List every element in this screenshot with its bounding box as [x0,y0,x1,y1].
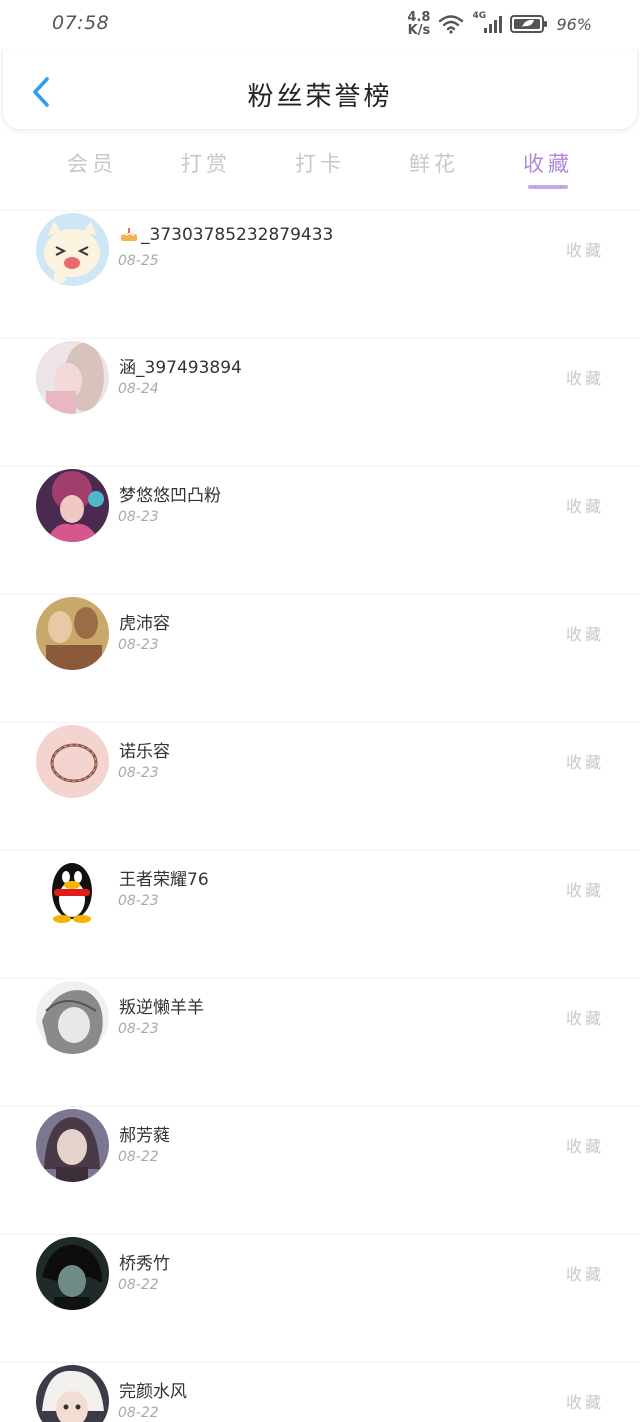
list-item[interactable]: 王者荣耀76 08-23 收藏 [0,850,640,978]
favorite-label[interactable]: 收藏 [566,1005,604,1029]
fan-name: 郝芳蕤 [119,1126,170,1146]
favorite-label[interactable]: 收藏 [566,493,604,517]
fan-name: 完颜水风 [119,1382,187,1402]
favorite-label[interactable]: 收藏 [566,1133,604,1157]
battery-percentage: 96% [556,14,592,34]
status-indicators: 4.8 K/s 4G 96% [407,10,592,38]
tab-flowers[interactable]: 鲜花 [394,148,474,178]
network-speed: 4.8 K/s [407,10,431,38]
active-tab-indicator [528,185,568,189]
wifi-icon [439,15,464,34]
favorite-label[interactable]: 收藏 [566,237,604,261]
fan-date: 08-24 [118,381,159,397]
list-item[interactable]: 叛逆懒羊羊 08-23 收藏 [0,978,640,1106]
status-time: 07:58 [52,12,110,34]
avatar[interactable] [36,1109,109,1182]
signal-icon [484,16,503,33]
fan-name: 梦悠悠凹凸粉 [119,486,221,506]
fan-date: 08-22 [118,1405,159,1421]
avatar[interactable] [36,981,109,1054]
list-item[interactable]: 涵_397493894 08-24 收藏 [0,338,640,466]
fan-date: 08-22 [118,1277,159,1293]
list-item[interactable]: 郝芳蕤 08-22 收藏 [0,1106,640,1234]
list-item[interactable]: 虎沛容 08-23 收藏 [0,594,640,722]
fan-date: 08-23 [118,765,159,781]
fan-date: 08-23 [118,893,159,909]
header-bar: 粉丝荣誉榜 [2,50,638,130]
favorite-label[interactable]: 收藏 [566,877,604,901]
fan-date: 08-25 [118,253,159,269]
avatar[interactable] [36,725,109,798]
avatar[interactable] [36,341,109,414]
avatar[interactable] [36,469,109,542]
fan-name: 桥秀竹 [119,1254,170,1274]
status-bar: 07:58 4.8 K/s 4G 96% [0,0,640,50]
cellular-signal: 4G [472,11,503,35]
fan-name: 涵_397493894 [119,358,242,378]
fan-name: _37303785232879433 [119,225,333,245]
fan-name: 诺乐容 [119,742,170,762]
fan-date: 08-23 [118,637,159,653]
list-item[interactable]: _37303785232879433 08-25 收藏 [0,210,640,338]
favorite-label[interactable]: 收藏 [566,749,604,773]
battery-icon [510,15,548,33]
page-title: 粉丝荣誉榜 [247,82,393,112]
favorite-label[interactable]: 收藏 [566,621,604,645]
avatar[interactable] [36,1365,109,1422]
list-item[interactable]: 诺乐容 08-23 收藏 [0,722,640,850]
fan-date: 08-23 [118,1021,159,1037]
avatar[interactable] [36,597,109,670]
fan-name: 虎沛容 [119,614,170,634]
avatar[interactable] [36,853,109,926]
favorite-label[interactable]: 收藏 [566,365,604,389]
list-item[interactable]: 桥秀竹 08-22 收藏 [0,1234,640,1362]
tab-rewards[interactable]: 打赏 [166,148,246,178]
fan-name: 叛逆懒羊羊 [119,998,204,1018]
list-item[interactable]: 完颜水风 08-22 收藏 [0,1362,640,1422]
tab-members[interactable]: 会员 [52,148,132,178]
fan-list: _37303785232879433 08-25 收藏 涵_397493894 … [0,210,640,1422]
fan-name: 王者荣耀76 [119,870,209,890]
tab-favorites[interactable]: 收藏 [508,148,588,178]
list-item[interactable]: 梦悠悠凹凸粉 08-23 收藏 [0,466,640,594]
tab-checkin[interactable]: 打卡 [280,148,360,178]
favorite-label[interactable]: 收藏 [566,1389,604,1413]
avatar[interactable] [36,1237,109,1310]
avatar[interactable] [36,213,109,286]
fan-date: 08-23 [118,509,159,525]
cake-icon [120,228,138,241]
favorite-label[interactable]: 收藏 [566,1261,604,1285]
fan-date: 08-22 [118,1149,159,1165]
tab-bar: 会员 打赏 打卡 鲜花 收藏 [0,140,640,196]
